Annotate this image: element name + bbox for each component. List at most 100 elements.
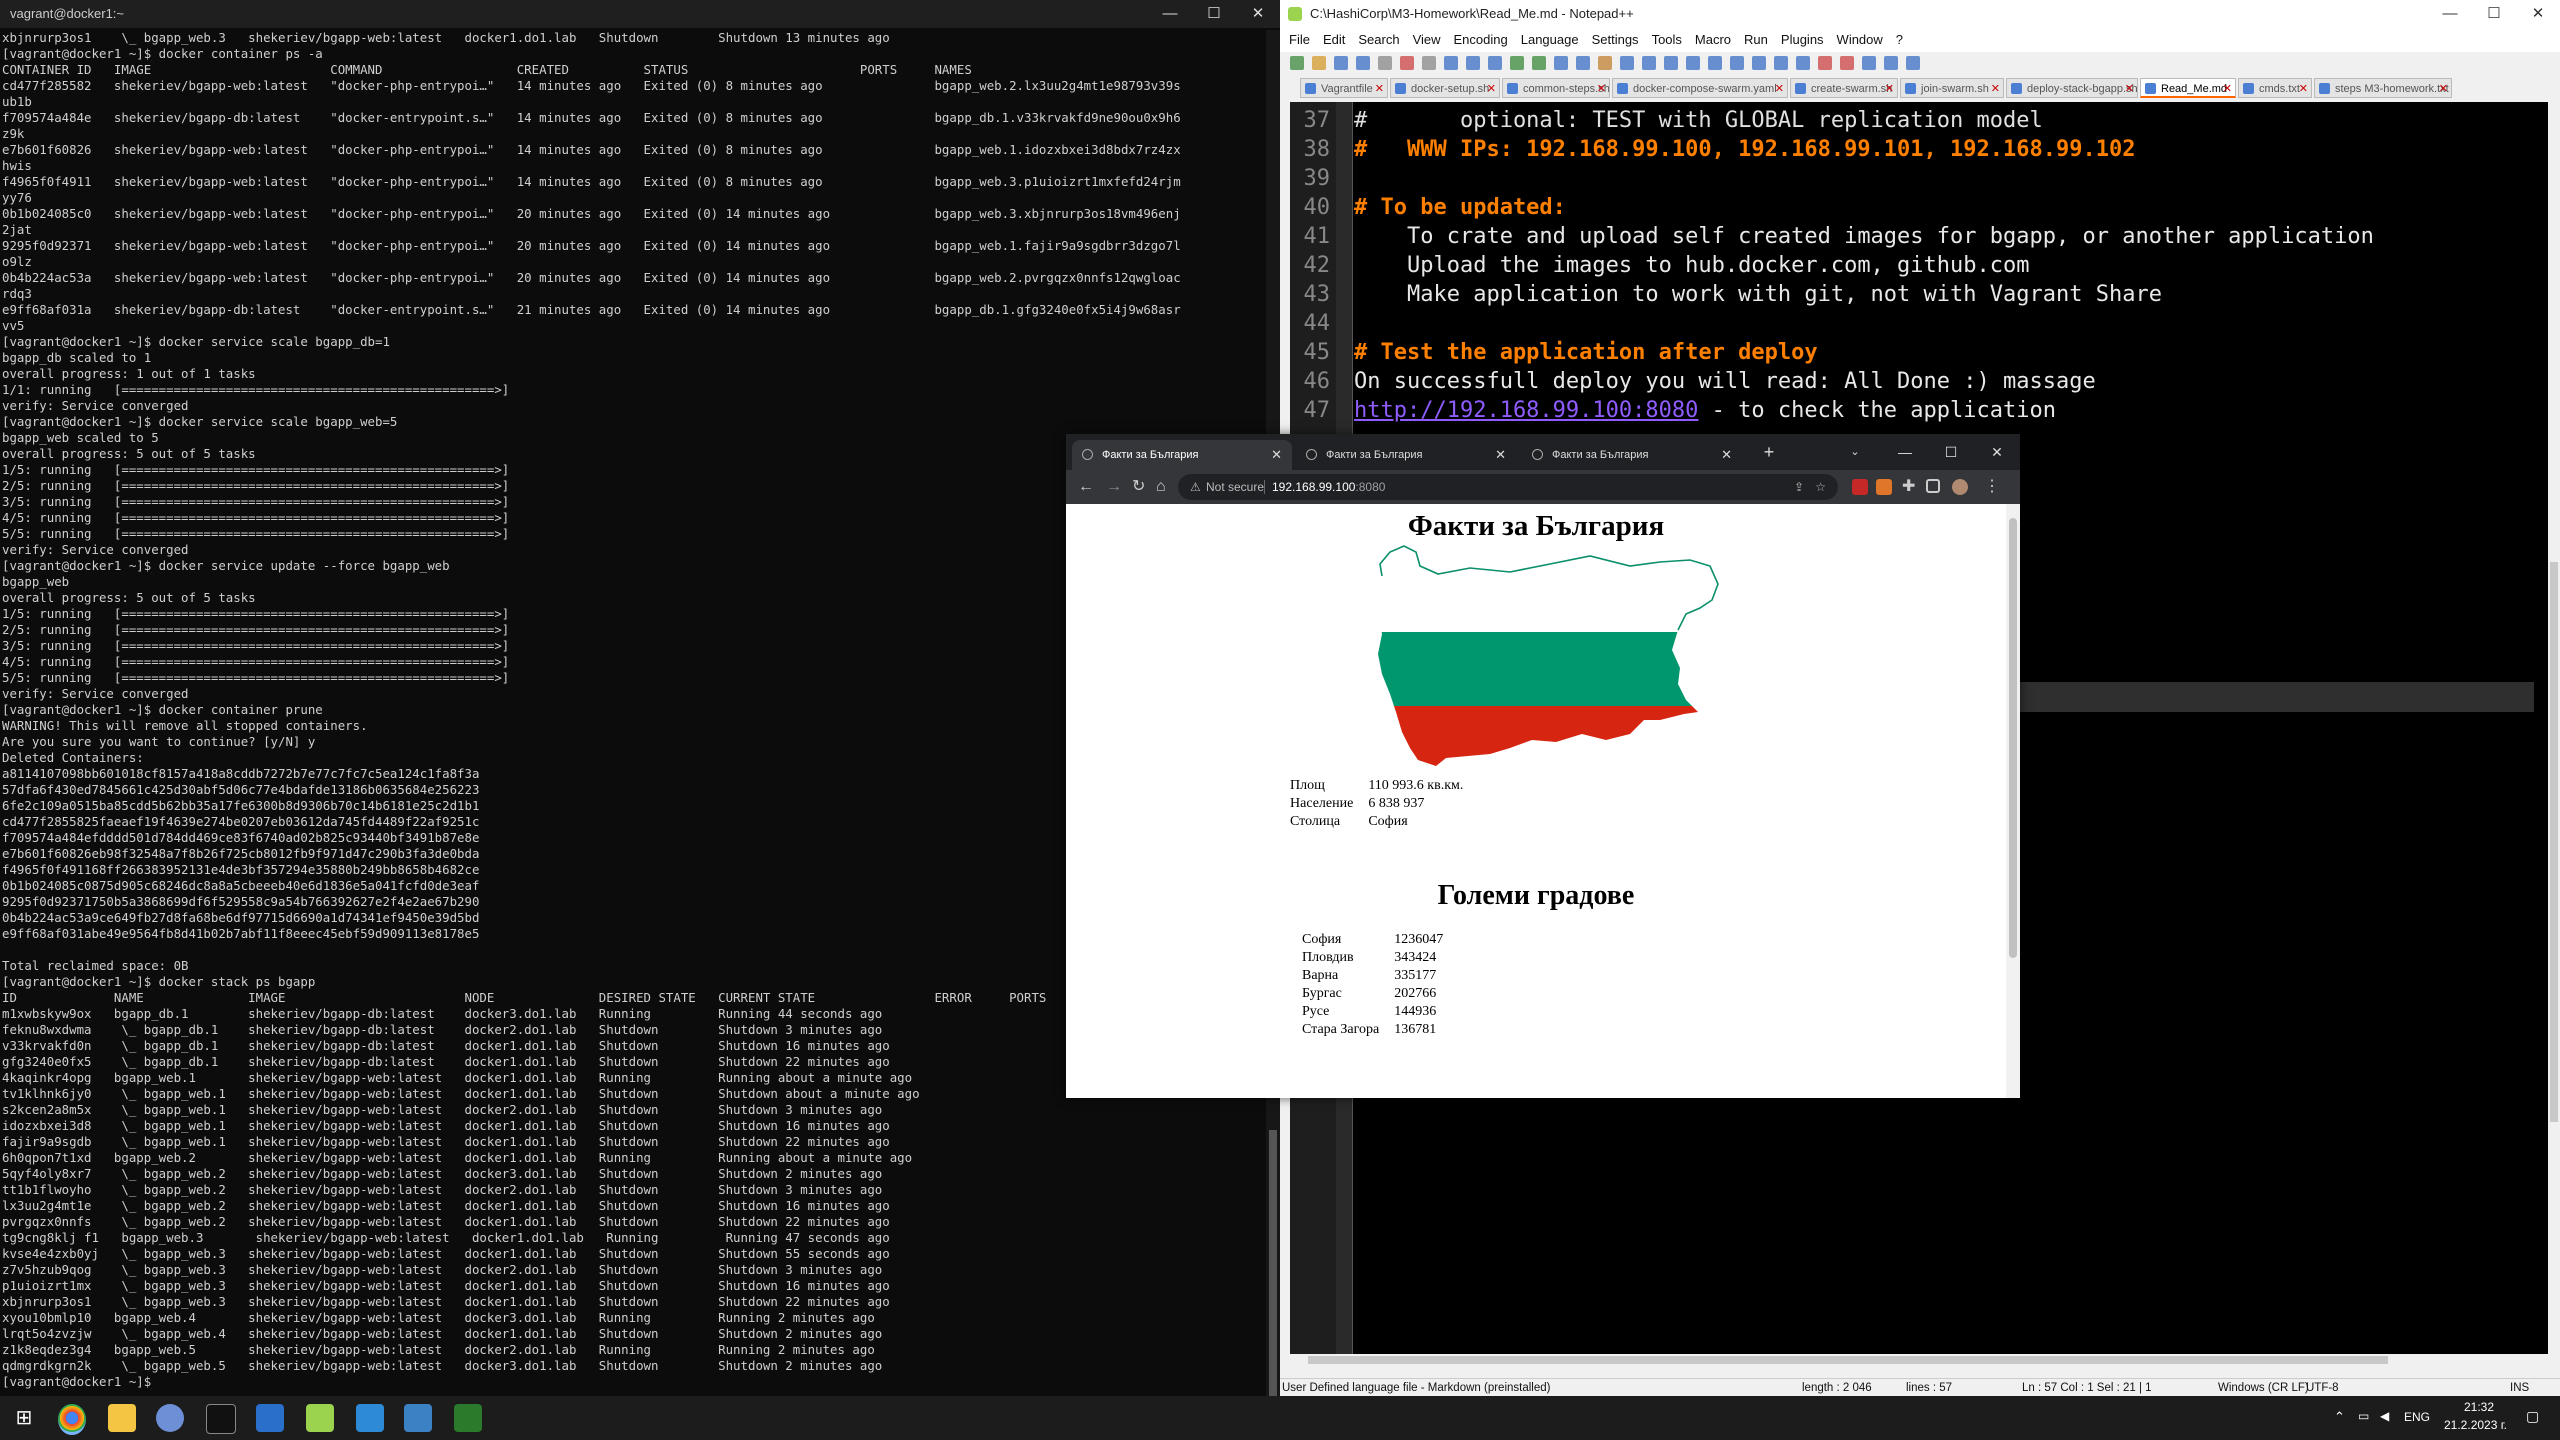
toolbar-button-icon[interactable]	[1532, 56, 1546, 70]
profile-avatar[interactable]	[1952, 479, 1968, 495]
vscode-icon[interactable]	[356, 1404, 384, 1432]
web-page[interactable]: Факти за България Площ 110 993.6 кв.км. На…	[1066, 504, 2006, 1098]
network-tool-icon[interactable]	[404, 1404, 432, 1432]
file-tab[interactable]: Read_Me.md ✕	[2140, 78, 2236, 98]
toolbar-button-icon[interactable]	[1378, 56, 1392, 70]
menu-item[interactable]: View	[1413, 32, 1441, 47]
toolbar-button-icon[interactable]	[1356, 56, 1370, 70]
close-tab-icon[interactable]: ✕	[2223, 79, 2232, 96]
maximize-icon[interactable]: ☐	[2472, 0, 2516, 28]
minimize-icon[interactable]: —	[2428, 0, 2472, 28]
close-tab-icon[interactable]: ✕	[2125, 79, 2134, 97]
side-panel-icon[interactable]	[1926, 479, 1940, 493]
clock-time[interactable]: 21:32	[2464, 1400, 2494, 1414]
app-icon[interactable]	[454, 1404, 482, 1432]
volume-icon[interactable]: ◀	[2380, 1409, 2389, 1423]
toolbar-button-icon[interactable]	[1466, 56, 1480, 70]
terminal-icon[interactable]	[206, 1404, 236, 1434]
file-tab[interactable]: Vagrantfile ✕	[1300, 78, 1388, 98]
menu-item[interactable]: Run	[1744, 32, 1768, 47]
browser-tab[interactable]: Факти за България ✕	[1072, 440, 1292, 470]
file-tab[interactable]: deploy-stack-bgapp.sh ✕	[2006, 78, 2138, 98]
close-tab-icon[interactable]: ✕	[1775, 79, 1784, 97]
menu-item[interactable]: Window	[1837, 32, 1883, 47]
extension-icon[interactable]	[1852, 479, 1868, 495]
close-tab-icon[interactable]: ✕	[1991, 79, 2000, 97]
close-tab-icon[interactable]: ✕	[1487, 79, 1496, 97]
menu-item[interactable]: File	[1289, 32, 1310, 47]
back-icon[interactable]: ←	[1078, 470, 1094, 504]
chevron-up-icon[interactable]: ⌃	[2334, 1409, 2345, 1425]
menu-item[interactable]: Edit	[1323, 32, 1345, 47]
share-icon[interactable]: ⇪	[1794, 474, 1804, 500]
file-explorer-icon[interactable]	[108, 1404, 136, 1432]
menu-item[interactable]: Macro	[1695, 32, 1731, 47]
toolbar-button-icon[interactable]	[1708, 56, 1722, 70]
file-tab[interactable]: cmds.txt ✕	[2238, 78, 2312, 98]
toolbar-button-icon[interactable]	[1620, 56, 1634, 70]
clock-date[interactable]: 21.2.2023 г.	[2444, 1418, 2507, 1432]
close-tab-icon[interactable]: ✕	[1597, 79, 1606, 97]
close-tab-icon[interactable]: ✕	[2439, 79, 2448, 97]
menu-item[interactable]: Language	[1521, 32, 1579, 47]
not-secure-label[interactable]: Not secure	[1206, 474, 1264, 500]
menu-item[interactable]: Settings	[1592, 32, 1639, 47]
extensions-puzzle-icon[interactable]: ✚	[1902, 470, 1915, 504]
new-tab-icon[interactable]: +	[1746, 434, 1792, 470]
menu-item[interactable]: Plugins	[1781, 32, 1824, 47]
close-tab-icon[interactable]: ✕	[1375, 79, 1384, 97]
toolbar-button-icon[interactable]	[1730, 56, 1744, 70]
network-icon[interactable]: ▭	[2358, 1409, 2369, 1423]
reload-icon[interactable]: ↻	[1132, 470, 1145, 504]
toolbar-button-icon[interactable]	[1686, 56, 1700, 70]
toolbar-button-icon[interactable]	[1862, 56, 1876, 70]
toolbar-button-icon[interactable]	[1334, 56, 1348, 70]
toolbar-button-icon[interactable]	[1796, 56, 1810, 70]
forward-icon[interactable]: →	[1106, 470, 1122, 504]
browser-window[interactable]: Факти за България ✕ Факти за България ✕ Фа…	[1066, 434, 2020, 1098]
toolbar-button-icon[interactable]	[1906, 56, 1920, 70]
bookmark-star-icon[interactable]: ☆	[1815, 474, 1826, 500]
file-tab[interactable]: common-steps.sh ✕	[1502, 78, 1610, 98]
minimize-icon[interactable]: —	[1882, 434, 1928, 470]
npp-horizontal-scrollbar[interactable]	[1290, 1354, 2548, 1366]
maximize-icon[interactable]: ☐	[1928, 434, 1974, 470]
maximize-icon[interactable]: ☐	[1192, 0, 1236, 28]
toolbar-button-icon[interactable]	[1554, 56, 1568, 70]
menu-item[interactable]: Search	[1358, 32, 1399, 47]
home-icon[interactable]: ⌂	[1156, 470, 1166, 504]
url-text[interactable]: 192.168.99.100:8080	[1272, 474, 1385, 500]
toolbar-button-icon[interactable]	[1642, 56, 1656, 70]
close-tab-icon[interactable]: ✕	[2299, 79, 2308, 97]
notepadpp-icon[interactable]	[306, 1404, 334, 1432]
terminal-titlebar[interactable]: vagrant@docker1:~ — ☐ ✕	[0, 0, 1280, 28]
file-tab[interactable]: steps M3-homework.txt ✕	[2314, 78, 2452, 98]
menu-kebab-icon[interactable]: ⋮	[1984, 470, 2000, 504]
file-tab[interactable]: create-swarm.sh ✕	[1790, 78, 1898, 98]
toolbar-button-icon[interactable]	[1598, 56, 1612, 70]
minimize-icon[interactable]: —	[1148, 0, 1192, 28]
close-tab-icon[interactable]: ✕	[1271, 440, 1282, 470]
menu-item[interactable]: ?	[1896, 32, 1903, 47]
close-icon[interactable]: ✕	[1236, 0, 1280, 28]
close-tab-icon[interactable]: ✕	[1885, 79, 1894, 97]
close-tab-icon[interactable]: ✕	[1721, 440, 1732, 470]
toolbar-button-icon[interactable]	[1774, 56, 1788, 70]
file-tab[interactable]: docker-setup.sh ✕	[1390, 78, 1500, 98]
notifications-icon[interactable]: ▢	[2526, 1408, 2539, 1425]
toolbar-button-icon[interactable]	[1312, 56, 1326, 70]
file-tab[interactable]: join-swarm.sh ✕	[1900, 78, 2004, 98]
toolbar-button-icon[interactable]	[1576, 56, 1590, 70]
toolbar-button-icon[interactable]	[1444, 56, 1458, 70]
close-icon[interactable]: ✕	[2516, 0, 2560, 28]
tab-search-icon[interactable]: ⌄	[1832, 434, 1878, 470]
toolbar-button-icon[interactable]	[1884, 56, 1898, 70]
browser-tab[interactable]: Факти за България ✕	[1522, 440, 1742, 470]
toolbar-button-icon[interactable]	[1818, 56, 1832, 70]
chrome-icon[interactable]	[58, 1404, 86, 1435]
toolbar-button-icon[interactable]	[1400, 56, 1414, 70]
address-bar[interactable]: ⚠ Not secure 192.168.99.100:8080 ⇪ ☆	[1178, 474, 1838, 500]
menu-item[interactable]: Tools	[1652, 32, 1682, 47]
browser-tab[interactable]: Факти за България ✕	[1296, 440, 1516, 470]
toolbar-button-icon[interactable]	[1752, 56, 1766, 70]
